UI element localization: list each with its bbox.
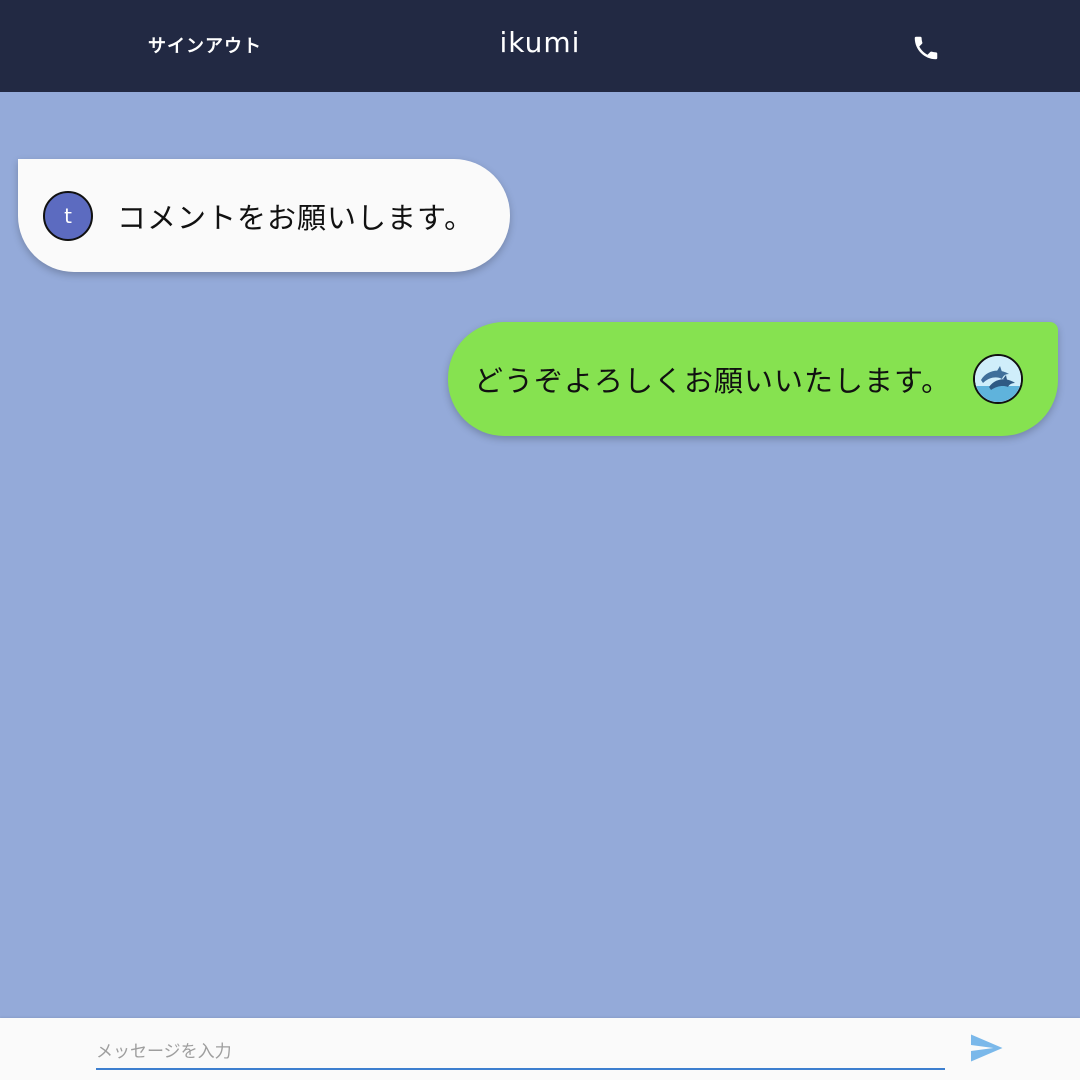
send-icon bbox=[971, 1034, 1003, 1062]
message-text: どうぞよろしくお願いいたします。 bbox=[474, 364, 952, 398]
message-composer bbox=[0, 1018, 1080, 1080]
call-button[interactable] bbox=[906, 28, 946, 68]
send-button[interactable] bbox=[968, 1030, 1004, 1066]
message-text: コメントをお願いします。 bbox=[117, 200, 475, 235]
dolphin-icon bbox=[975, 356, 1022, 402]
app-bar: サインアウト ikumi bbox=[0, 0, 1080, 92]
phone-icon bbox=[914, 36, 938, 60]
sent-message: どうぞよろしくお願いいたします。 bbox=[448, 322, 1058, 436]
message-list[interactable]: t コメントをお願いします。 どうぞよろしくお願いいたします。 bbox=[0, 92, 1080, 1018]
message-input[interactable] bbox=[96, 1036, 945, 1070]
received-message: t コメントをお願いします。 bbox=[18, 159, 510, 272]
sender-avatar: t bbox=[43, 190, 93, 241]
dolphin-avatar bbox=[973, 354, 1024, 404]
